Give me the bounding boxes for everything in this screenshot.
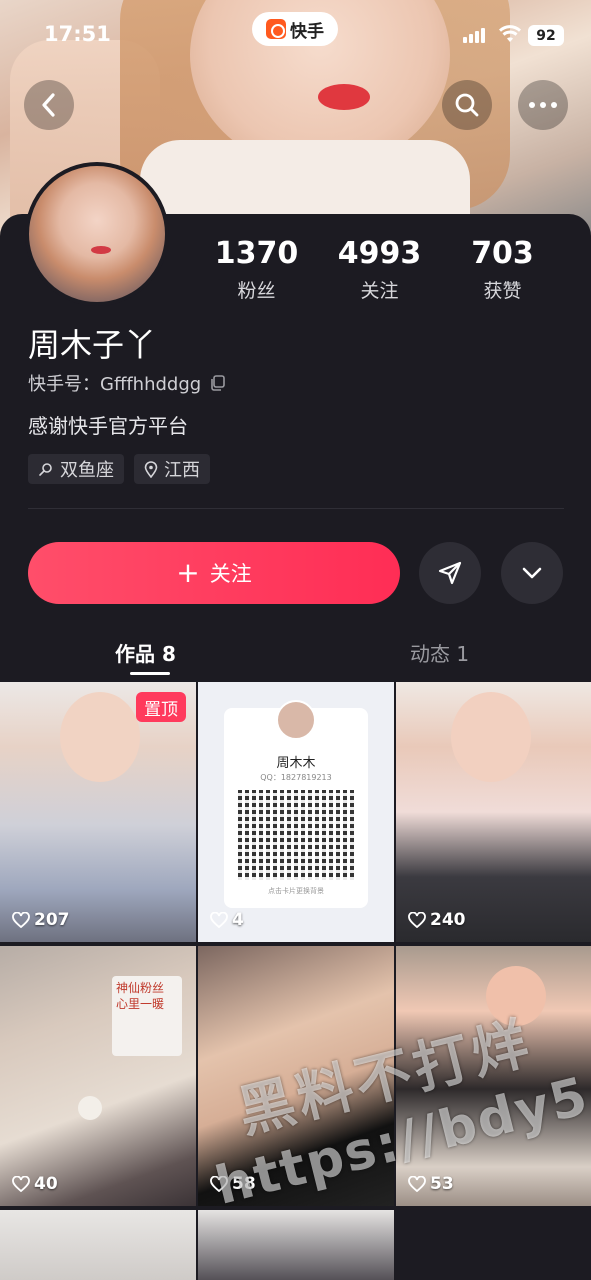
profile-id-text: 快手号：Gfffhhddgg bbox=[28, 374, 202, 395]
like-count: 240 bbox=[408, 910, 466, 930]
plus-icon: + bbox=[176, 556, 200, 589]
qr-footer: 点击卡片更换背景 bbox=[268, 887, 324, 895]
like-count-value: 40 bbox=[34, 1174, 58, 1194]
stat-value: 703 bbox=[471, 236, 534, 271]
signal-icon bbox=[463, 28, 485, 43]
send-icon bbox=[438, 561, 462, 585]
chevron-down-icon bbox=[522, 567, 542, 579]
profile-tags: 双鱼座 江西 bbox=[28, 454, 210, 484]
battery-indicator: 92 bbox=[528, 25, 564, 46]
heart-icon bbox=[12, 912, 30, 928]
tag-location[interactable]: 江西 bbox=[134, 454, 210, 484]
like-count: 40 bbox=[12, 1174, 58, 1194]
follow-button[interactable]: + 关注 bbox=[28, 542, 400, 604]
like-count: 4 bbox=[210, 910, 244, 930]
content-tabs: 作品 8 动态 1 bbox=[0, 632, 591, 680]
tab-works[interactable]: 作品 8 bbox=[115, 638, 176, 667]
like-count: 53 bbox=[408, 1174, 454, 1194]
banner-photo-lips bbox=[318, 84, 370, 110]
lollipop bbox=[78, 1096, 102, 1120]
like-count-value: 4 bbox=[232, 910, 244, 930]
profile-name: 周木子丫 bbox=[28, 326, 157, 364]
video-thumbnail[interactable]: 置顶 207 bbox=[0, 682, 196, 942]
profile-id[interactable]: 快手号：Gfffhhddgg bbox=[28, 370, 227, 396]
status-bar: 17:51 快手 92 bbox=[0, 0, 591, 70]
active-tab-indicator bbox=[130, 672, 170, 675]
like-count: 207 bbox=[12, 910, 70, 930]
follow-label: 关注 bbox=[209, 562, 252, 586]
like-count-value: 207 bbox=[34, 910, 70, 930]
heart-icon bbox=[408, 912, 426, 928]
stat-label: 粉丝 bbox=[237, 280, 276, 302]
app-indicator[interactable]: 快手 bbox=[252, 12, 338, 46]
stat-likes[interactable]: 703 获赞 bbox=[441, 236, 564, 303]
tag-zodiac[interactable]: 双鱼座 bbox=[28, 454, 124, 484]
kuaishou-logo-icon bbox=[266, 19, 286, 39]
back-button[interactable] bbox=[24, 80, 74, 130]
location-pin-icon bbox=[144, 460, 158, 478]
profile-bio: 感谢快手官方平台 bbox=[28, 414, 188, 438]
qr-card: 周木木 QQ：1827819213 点击卡片更换背景 bbox=[224, 700, 368, 908]
qr-avatar bbox=[276, 700, 316, 740]
tab-moments[interactable]: 动态 1 bbox=[410, 638, 469, 667]
like-count-value: 53 bbox=[430, 1174, 454, 1194]
stat-value: 4993 bbox=[337, 236, 422, 271]
copy-icon[interactable] bbox=[209, 374, 227, 392]
search-icon bbox=[455, 93, 479, 117]
search-button[interactable] bbox=[442, 80, 492, 130]
heart-icon bbox=[12, 1176, 30, 1192]
video-thumbnail[interactable]: 周木木 QQ：1827819213 点击卡片更换背景 4 bbox=[198, 682, 394, 942]
tag-label: 江西 bbox=[164, 460, 200, 481]
wifi-icon bbox=[499, 25, 521, 42]
more-options-button[interactable] bbox=[518, 80, 568, 130]
app-name: 快手 bbox=[290, 21, 324, 42]
stat-following[interactable]: 4993 关注 bbox=[318, 236, 441, 303]
qr-code-icon bbox=[238, 790, 354, 880]
video-thumbnail[interactable] bbox=[198, 1210, 394, 1280]
profile-stats: 1370 粉丝 4993 关注 703 获赞 bbox=[195, 236, 575, 303]
stat-label: 关注 bbox=[360, 280, 399, 302]
more-dots-icon bbox=[529, 102, 557, 108]
chevron-left-icon bbox=[42, 93, 55, 117]
zodiac-icon bbox=[39, 463, 52, 476]
avatar[interactable] bbox=[25, 162, 169, 306]
video-thumbnail[interactable] bbox=[0, 1210, 196, 1280]
pinned-badge: 置顶 bbox=[136, 692, 186, 722]
video-thumbnail[interactable]: 神仙粉丝 心里一暖 40 bbox=[0, 946, 196, 1206]
tag-label: 双鱼座 bbox=[60, 460, 114, 481]
thumbnail-figure bbox=[451, 692, 531, 782]
expand-recommendations-button[interactable] bbox=[501, 542, 563, 604]
stat-value: 1370 bbox=[214, 236, 299, 271]
thumbnail-figure bbox=[60, 692, 140, 782]
stat-label: 获赞 bbox=[483, 280, 522, 302]
video-thumbnail[interactable]: 240 bbox=[396, 682, 591, 942]
send-message-button[interactable] bbox=[419, 542, 481, 604]
stat-fans[interactable]: 1370 粉丝 bbox=[195, 236, 318, 303]
heart-icon bbox=[408, 1176, 426, 1192]
qr-contact: QQ：1827819213 bbox=[260, 773, 332, 782]
avatar-photo-detail bbox=[91, 246, 111, 254]
qr-name: 周木木 bbox=[276, 756, 316, 771]
sticker: 神仙粉丝 心里一暖 bbox=[112, 976, 182, 1056]
like-count-value: 240 bbox=[430, 910, 466, 930]
divider bbox=[28, 508, 564, 509]
status-time: 17:51 bbox=[44, 22, 111, 46]
heart-icon bbox=[210, 912, 228, 928]
